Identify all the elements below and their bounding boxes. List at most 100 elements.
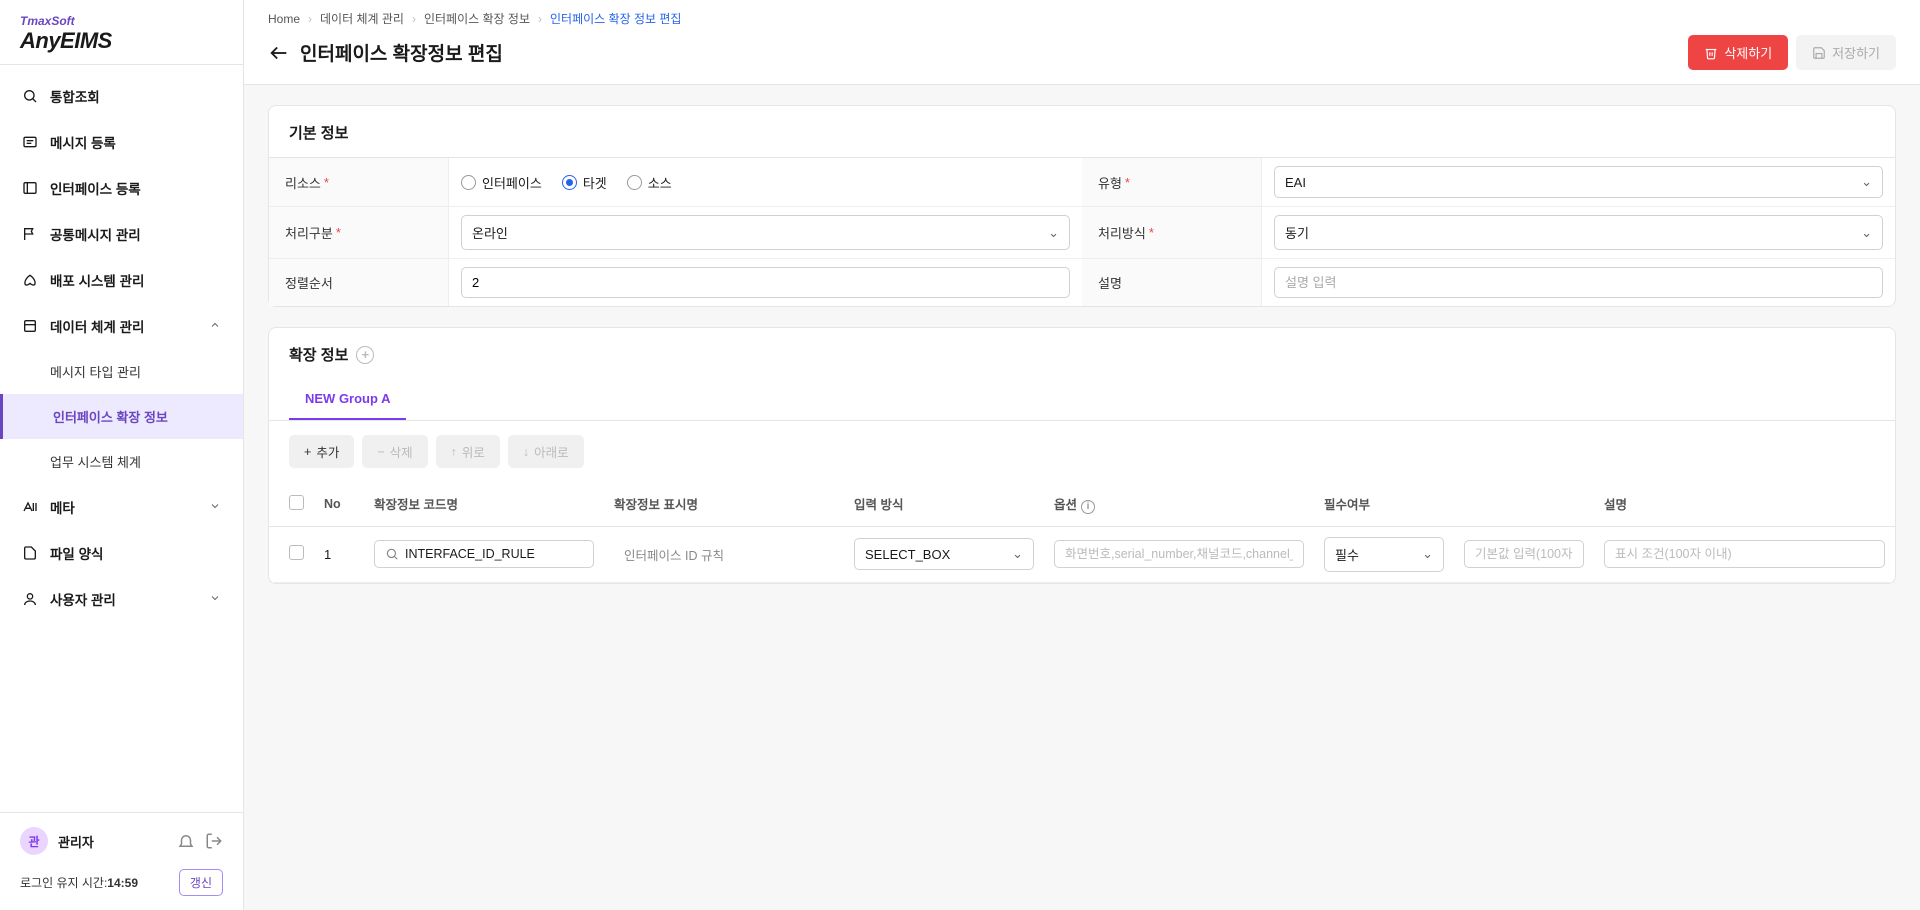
col-code-name: 확장정보 코드명	[364, 482, 604, 526]
logout-icon[interactable]	[205, 832, 223, 850]
chevron-down-icon: ⌄	[1861, 225, 1872, 241]
sidebar-sub-interface-ext[interactable]: 인터페이스 확장 정보	[0, 394, 243, 439]
select-all-checkbox[interactable]	[289, 495, 304, 510]
topbar: Home › 데이터 체계 관리 › 인터페이스 확장 정보 › 인터페이스 확…	[244, 0, 1920, 85]
group-tabs: NEW Group A	[269, 379, 1895, 421]
chevron-down-icon	[209, 500, 221, 515]
user-icon	[22, 591, 38, 607]
sidebar-item-search[interactable]: 통합조회	[0, 73, 243, 119]
required-select[interactable]: 필수 ⌄	[1324, 537, 1444, 572]
radio-target[interactable]: 타겟	[562, 173, 607, 192]
row-description-input[interactable]	[1604, 540, 1885, 568]
sidebar-item-common-msg[interactable]: 공통메시지 관리	[0, 211, 243, 257]
save-icon	[1812, 46, 1826, 60]
chevron-down-icon: ⌄	[1048, 225, 1059, 241]
arrow-down-icon: ↓	[523, 445, 529, 459]
breadcrumb: Home › 데이터 체계 관리 › 인터페이스 확장 정보 › 인터페이스 확…	[268, 10, 1896, 27]
type-select[interactable]: EAI ⌄	[1274, 166, 1883, 198]
radio-interface[interactable]: 인터페이스	[461, 173, 542, 192]
move-down-button[interactable]: ↓아래로	[508, 435, 584, 468]
row-no: 1	[314, 526, 364, 582]
options-input[interactable]	[1054, 540, 1304, 568]
sidebar-item-user-mgmt[interactable]: 사용자 관리	[0, 576, 243, 622]
label-process-div: 처리구분*	[269, 207, 449, 258]
arrow-up-icon: ↑	[451, 445, 457, 459]
chevron-right-icon: ›	[538, 12, 542, 26]
search-icon	[385, 547, 399, 561]
process-div-select[interactable]: 온라인 ⌄	[461, 215, 1070, 250]
label-description: 설명	[1082, 259, 1262, 306]
label-process-method: 처리방식*	[1082, 207, 1262, 258]
move-up-button[interactable]: ↑위로	[436, 435, 500, 468]
chevron-down-icon: ⌄	[1422, 546, 1433, 562]
chevron-down-icon: ⌄	[1861, 174, 1872, 190]
bell-icon[interactable]	[177, 832, 195, 850]
refresh-button[interactable]: 갱신	[179, 869, 223, 896]
add-row-button[interactable]: +추가	[289, 435, 354, 468]
avatar[interactable]: 관	[20, 827, 48, 855]
logo[interactable]: TmaxSoft AnyEIMS	[0, 0, 243, 65]
file-icon	[22, 545, 38, 561]
meta-icon	[22, 499, 38, 515]
label-type: 유형*	[1082, 158, 1262, 206]
basic-info-card: 기본 정보 리소스* 인터페이스 타겟 소스 유형*	[268, 105, 1896, 307]
sidebar: TmaxSoft AnyEIMS 통합조회 메시지 등록 인터페이스 등록 공통…	[0, 0, 244, 910]
page-title: 인터페이스 확장정보 편집	[300, 39, 1688, 66]
crumb-home[interactable]: Home	[268, 12, 300, 26]
sidebar-item-data-system[interactable]: 데이터 체계 관리	[0, 303, 243, 349]
sidebar-sub-msg-type[interactable]: 메시지 타입 관리	[50, 349, 243, 394]
chevron-down-icon: ⌄	[1012, 546, 1023, 562]
chevron-right-icon: ›	[308, 12, 312, 26]
default-input[interactable]	[1464, 540, 1584, 568]
description-input[interactable]	[1274, 267, 1883, 298]
minus-icon: −	[377, 445, 384, 459]
process-method-select[interactable]: 동기 ⌄	[1274, 215, 1883, 250]
display-name-value: 인터페이스 ID 규칙	[614, 543, 734, 569]
col-options: 옵션i	[1044, 482, 1314, 526]
sidebar-item-meta[interactable]: 메타	[0, 484, 243, 530]
tab-group-a[interactable]: NEW Group A	[289, 379, 406, 420]
plus-icon: +	[304, 445, 311, 459]
label-resource: 리소스*	[269, 158, 449, 206]
extended-info-card: 확장 정보 + NEW Group A +추가 −삭제 ↑위로 ↓아래로	[268, 327, 1896, 584]
sidebar-sub-biz-system[interactable]: 업무 시스템 체계	[50, 439, 243, 484]
message-icon	[22, 134, 38, 150]
crumb-data-mgmt[interactable]: 데이터 체계 관리	[320, 10, 404, 27]
user-name: 관리자	[58, 832, 167, 851]
sidebar-item-file-format[interactable]: 파일 양식	[0, 530, 243, 576]
chevron-right-icon: ›	[412, 12, 416, 26]
sidebar-item-message-reg[interactable]: 메시지 등록	[0, 119, 243, 165]
main: Home › 데이터 체계 관리 › 인터페이스 확장 정보 › 인터페이스 확…	[244, 0, 1920, 910]
delete-row-button[interactable]: −삭제	[362, 435, 427, 468]
code-name-input[interactable]: INTERFACE_ID_RULE	[374, 540, 594, 568]
table-row: 1 INTERFACE_ID_RULE 인터페이스 ID 규칙 SEL	[269, 526, 1895, 582]
sort-order-input[interactable]	[461, 267, 1070, 298]
sidebar-item-deploy[interactable]: 배포 시스템 관리	[0, 257, 243, 303]
trash-icon	[1704, 46, 1718, 60]
sidebar-footer: 관 관리자 로그인 유지 시간:14:59 갱신	[0, 812, 243, 910]
logo-product: AnyEIMS	[20, 28, 223, 54]
col-display-name: 확장정보 표시명	[604, 482, 844, 526]
add-group-button[interactable]: +	[356, 346, 374, 364]
delete-button[interactable]: 삭제하기	[1688, 35, 1788, 70]
back-button[interactable]	[268, 42, 290, 64]
crumb-current: 인터페이스 확장 정보 편집	[550, 10, 681, 27]
radio-source[interactable]: 소스	[627, 173, 672, 192]
crumb-interface-ext[interactable]: 인터페이스 확장 정보	[424, 10, 530, 27]
row-checkbox[interactable]	[289, 545, 304, 560]
col-description: 설명	[1594, 482, 1895, 526]
data-icon	[22, 318, 38, 334]
info-icon[interactable]: i	[1081, 500, 1095, 514]
logo-company: TmaxSoft	[20, 14, 223, 28]
extended-info-table: No 확장정보 코드명 확장정보 표시명 입력 방식 옵션i 필수여부 설명	[269, 482, 1895, 583]
sidebar-item-interface-reg[interactable]: 인터페이스 등록	[0, 165, 243, 211]
rocket-icon	[22, 272, 38, 288]
resource-radio-group: 인터페이스 타겟 소스	[461, 173, 672, 192]
sidebar-nav: 통합조회 메시지 등록 인터페이스 등록 공통메시지 관리 배포 시스템 관리 …	[0, 65, 243, 812]
input-type-select[interactable]: SELECT_BOX ⌄	[854, 538, 1034, 570]
basic-info-title: 기본 정보	[269, 106, 1895, 157]
save-button[interactable]: 저장하기	[1796, 35, 1896, 70]
col-input-type: 입력 방식	[844, 482, 1044, 526]
interface-icon	[22, 180, 38, 196]
chevron-up-icon	[209, 319, 221, 334]
